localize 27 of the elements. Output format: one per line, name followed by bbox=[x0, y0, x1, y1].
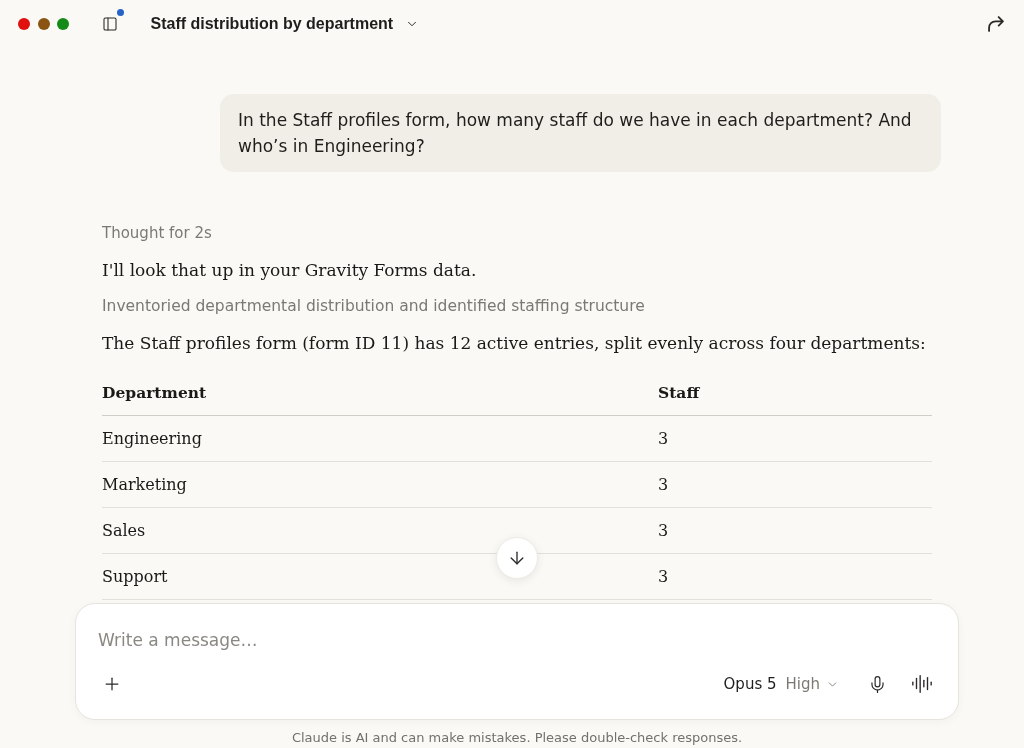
table-cell: 3 bbox=[658, 567, 669, 586]
model-selector-button[interactable]: Opus 5 High bbox=[723, 675, 839, 693]
table-cell: 3 bbox=[658, 475, 669, 494]
user-message-bubble: In the Staff profiles form, how many staff do we have in each department? And who’s in Engineering? bbox=[220, 94, 941, 172]
disclaimer-text: Claude is AI and can make mistakes. Please double-check responses. bbox=[291, 729, 743, 747]
scroll-down-button[interactable] bbox=[496, 537, 538, 579]
curved-arrow-icon bbox=[988, 16, 1004, 32]
reply-text: I'll look that up in your Gravity Forms data. bbox=[102, 259, 477, 282]
table-cell: Engineering bbox=[102, 429, 202, 448]
message-input[interactable]: Write a message… bbox=[98, 628, 936, 652]
window-minimize-button[interactable] bbox=[37, 18, 50, 30]
conversation-title-button[interactable]: Staff distribution by department bbox=[150, 15, 420, 33]
table-header-cell: Staff bbox=[658, 383, 700, 402]
window-close-button[interactable] bbox=[18, 18, 30, 30]
window-zoom-button[interactable] bbox=[57, 18, 69, 30]
answer-text: The Staff profiles form (form ID 11) has 12 active entries, split evenly across four departments: bbox=[102, 332, 926, 355]
table-header-cell: Department bbox=[102, 383, 207, 402]
thought-duration-label[interactable]: Thought for 2s bbox=[102, 222, 212, 244]
share-button[interactable] bbox=[987, 15, 1005, 33]
table-cell: Support bbox=[102, 567, 168, 586]
table-cell: Marketing bbox=[102, 475, 187, 494]
table-cell: 3 bbox=[658, 521, 669, 540]
step-summary[interactable]: Inventoried departmental distribution and identified staffing structure bbox=[102, 295, 645, 317]
table-cell: Sales bbox=[102, 521, 146, 540]
panel-icon bbox=[101, 16, 118, 32]
table-cell: 3 bbox=[658, 429, 669, 448]
audio-waveform-icon bbox=[911, 673, 933, 695]
